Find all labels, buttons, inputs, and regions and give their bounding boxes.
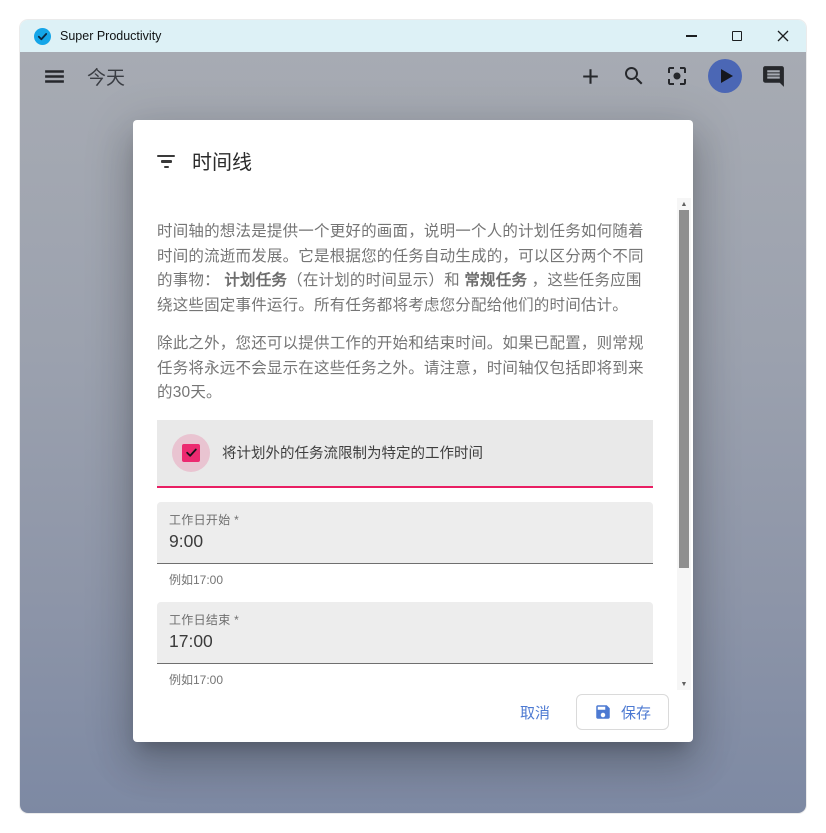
save-button-label: 保存 <box>621 702 651 723</box>
search-icon[interactable] <box>622 64 646 88</box>
save-button[interactable]: 保存 <box>576 694 669 730</box>
workday-end-label: 工作日结束 * <box>169 611 641 628</box>
window-titlebar: Super Productivity <box>20 20 806 52</box>
timeline-description-paragraph-2: 除此之外，您还可以提供工作的开始和结束时间。如果已配置，则常规任务将永远不会显示… <box>157 332 653 406</box>
workday-start-hint: 例如17:00 <box>157 564 653 588</box>
notes-icon[interactable] <box>761 64 786 89</box>
minimize-button[interactable] <box>668 20 714 52</box>
work-hours-checkbox-row[interactable]: 将计划外的任务流限制为特定的工作时间 <box>157 420 653 488</box>
context-title: 今天 <box>87 63 125 90</box>
dialog-scrollbar[interactable]: ▲ ▼ <box>677 198 691 690</box>
workday-end-hint: 例如17:00 <box>157 664 653 688</box>
maximize-button[interactable] <box>714 20 760 52</box>
focus-mode-icon[interactable] <box>665 64 689 88</box>
main-toolbar: 今天 <box>20 52 806 100</box>
save-icon <box>594 703 612 721</box>
workday-start-field: 工作日开始 * 例如17:00 <box>157 502 653 588</box>
close-icon <box>777 30 789 42</box>
checkbox-ripple <box>172 434 210 472</box>
workday-start-label: 工作日开始 * <box>169 511 641 528</box>
toolbar-actions <box>578 59 786 93</box>
menu-icon[interactable] <box>42 64 67 89</box>
minimize-icon <box>686 35 697 36</box>
maximize-icon <box>732 31 742 41</box>
timeline-settings-dialog: 时间线 时间轴的想法是提供一个更好的画面，说明一个人的计划任务如何随着时间的流逝… <box>133 120 693 742</box>
workday-start-input[interactable] <box>169 531 641 552</box>
window-title: Super Productivity <box>60 29 161 43</box>
scrollbar-thumb[interactable] <box>679 210 689 568</box>
add-task-icon[interactable] <box>578 64 603 89</box>
dialog-header: 时间线 <box>133 120 693 175</box>
checked-checkbox-icon[interactable] <box>182 444 200 462</box>
workday-end-field: 工作日结束 * 例如17:00 <box>157 602 653 688</box>
timeline-description-paragraph-1: 时间轴的想法是提供一个更好的画面，说明一个人的计划任务如何随着时间的流逝而发展。… <box>157 220 653 318</box>
play-icon <box>721 69 733 83</box>
workday-end-box[interactable]: 工作日结束 * <box>157 602 653 664</box>
dialog-scroll-area: 时间轴的想法是提供一个更好的画面，说明一个人的计划任务如何随着时间的流逝而发展。… <box>133 198 693 690</box>
cancel-button[interactable]: 取消 <box>504 694 566 730</box>
play-button[interactable] <box>708 59 742 93</box>
timeline-filter-icon <box>157 153 175 169</box>
window-controls <box>668 20 806 52</box>
app-logo-icon <box>34 28 51 45</box>
close-button[interactable] <box>760 20 806 52</box>
checkbox-label: 将计划外的任务流限制为特定的工作时间 <box>222 442 483 463</box>
dialog-actions: 取消 保存 <box>133 690 693 742</box>
dialog-title: 时间线 <box>192 146 252 175</box>
workday-end-input[interactable] <box>169 631 641 652</box>
scrollbar-up-icon[interactable]: ▲ <box>677 198 691 210</box>
workday-start-box[interactable]: 工作日开始 * <box>157 502 653 564</box>
scrollbar-down-icon[interactable]: ▼ <box>677 678 691 690</box>
